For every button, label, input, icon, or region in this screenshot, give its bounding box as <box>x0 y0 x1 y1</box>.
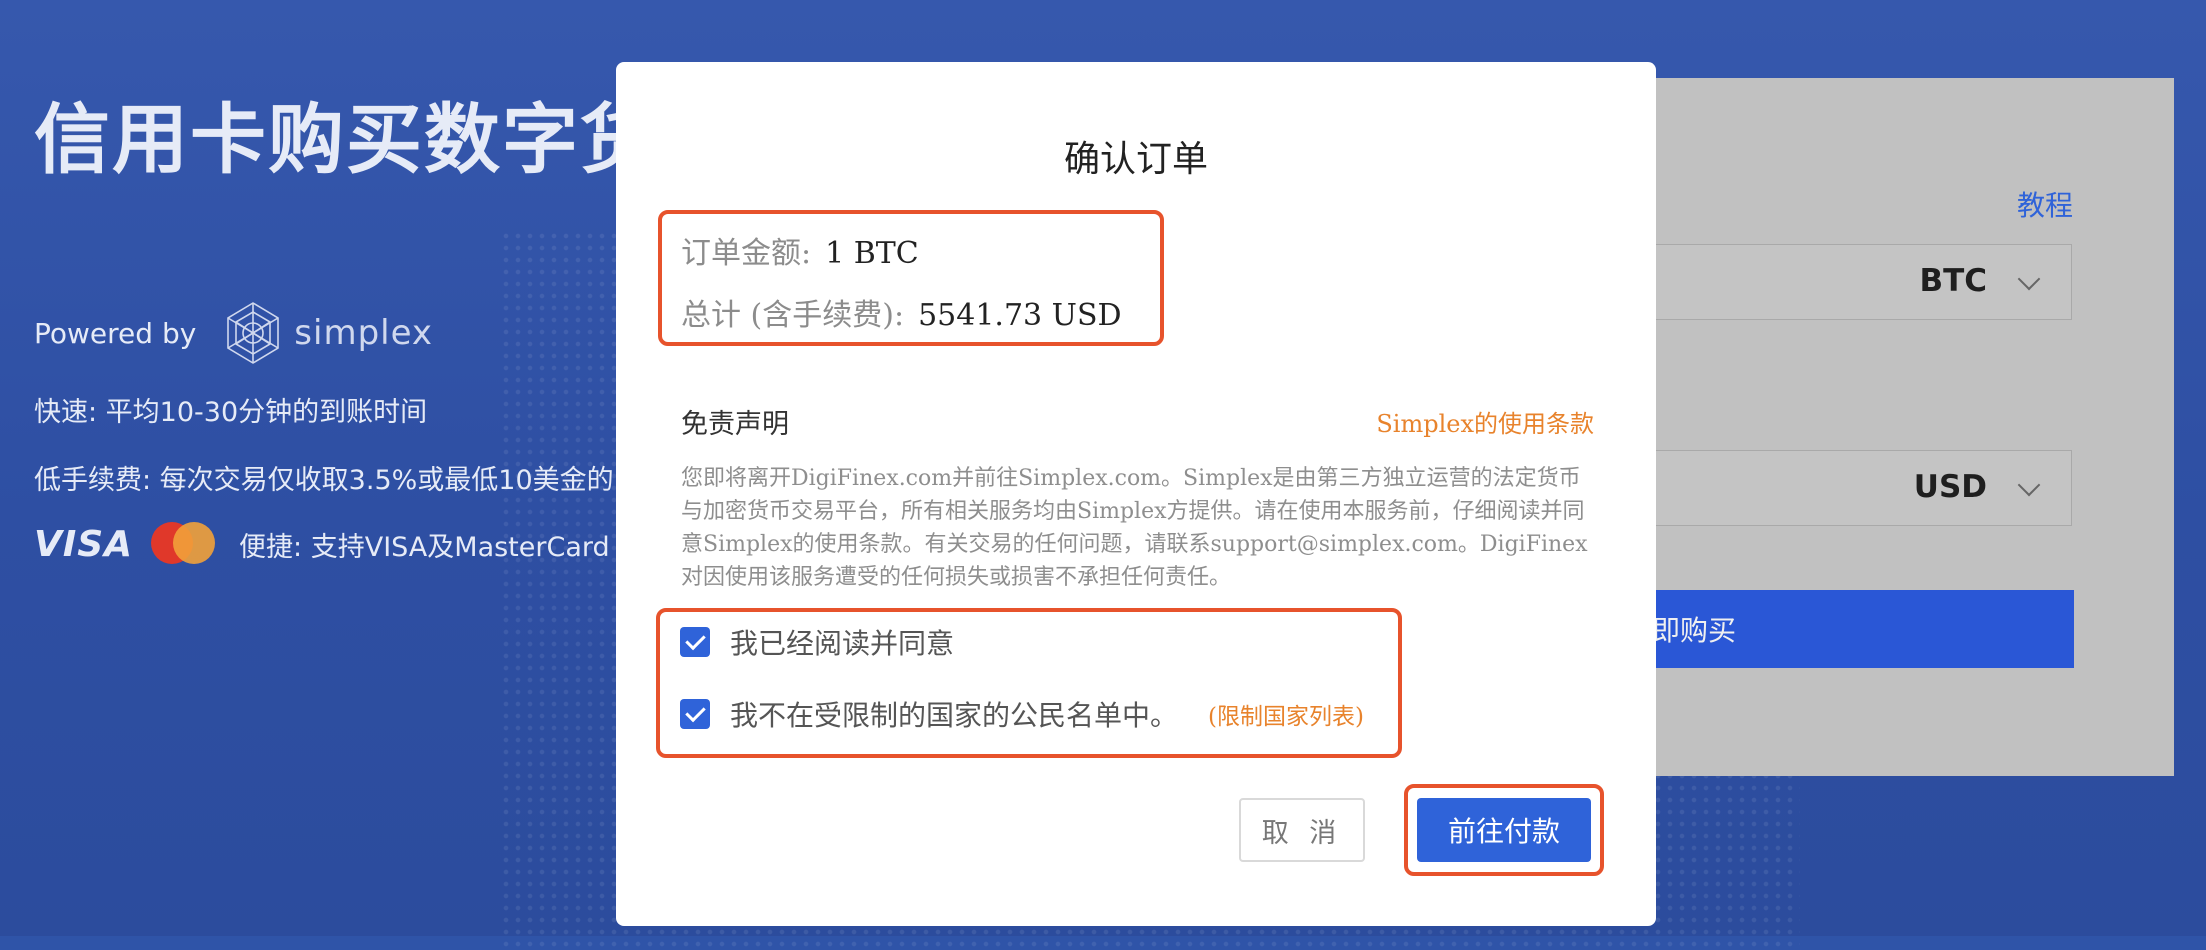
agree-label: 我已经阅读并同意 <box>730 627 955 660</box>
fiat-select-value: USD <box>1913 469 1987 505</box>
chevron-down-icon <box>2017 473 2041 497</box>
hero-title: 信用卡购买数字货 <box>34 95 658 184</box>
cards-text: 便捷: 支持VISA及MasterCard <box>239 531 610 563</box>
crypto-select[interactable]: BTC <box>1620 244 2072 320</box>
agree-checkbox-row[interactable]: 我已经阅读并同意 <box>680 622 954 662</box>
purchase-panel <box>1600 78 2174 776</box>
visa-logo: VISA <box>34 523 134 565</box>
confirm-order-modal: 确认订单 订单金额: 1 BTC 总计 (含手续费): 5541.73 USD 免责… <box>616 62 1656 926</box>
total-row: 总计 (含手续费): 5541.73 USD <box>681 290 1122 334</box>
restriction-checkbox[interactable] <box>680 699 710 729</box>
order-amount-value: 1 BTC <box>825 236 919 271</box>
restriction-checkbox-row[interactable]: 我不在受限制的国家的公民名单中。 (限制国家列表) <box>680 694 1364 734</box>
restricted-list-link[interactable]: (限制国家列表) <box>1208 697 1364 731</box>
buy-now-button[interactable]: 立即购买 <box>1620 590 2074 668</box>
feature-fee: 低手续费: 每次交易仅收取3.5%或最低10美金的 <box>34 465 614 496</box>
order-amount-row: 订单金额: 1 BTC <box>681 228 919 272</box>
powered-by: Powered by simplex <box>34 300 433 366</box>
agree-checkbox[interactable] <box>680 627 710 657</box>
terms-link[interactable]: Simplex的使用条款 <box>1376 404 1594 439</box>
total-label: 总计 (含手续费): <box>681 298 905 333</box>
crypto-select-value: BTC <box>1919 263 1987 299</box>
simplex-logo: simplex <box>220 300 433 366</box>
disclaimer-text: 您即将离开DigiFinex.com并前往Simplex.com。Simplex… <box>681 466 1588 590</box>
mastercard-icon <box>151 522 216 566</box>
modal-title: 确认订单 <box>1063 139 1208 180</box>
total-value: 5541.73 USD <box>918 298 1122 333</box>
card-support: VISA 便捷: 支持VISA及MasterCard <box>34 522 610 566</box>
order-amount-label: 订单金额: <box>681 236 812 271</box>
chevron-down-icon <box>2017 267 2041 291</box>
cancel-button[interactable]: 取 消 <box>1239 798 1365 862</box>
feature-speed: 快速: 平均10-30分钟的到账时间 <box>34 397 428 428</box>
disclaimer-title: 免责声明 <box>681 409 789 440</box>
powered-by-label: Powered by <box>34 316 197 350</box>
simplex-globe-icon <box>227 302 280 364</box>
simplex-wordmark: simplex <box>294 313 434 353</box>
restriction-label: 我不在受限制的国家的公民名单中。 <box>730 699 1179 732</box>
tutorial-link[interactable]: 教程 <box>2017 184 2073 224</box>
proceed-payment-button[interactable]: 前往付款 <box>1417 798 1591 862</box>
fiat-select[interactable]: USD <box>1620 450 2072 526</box>
